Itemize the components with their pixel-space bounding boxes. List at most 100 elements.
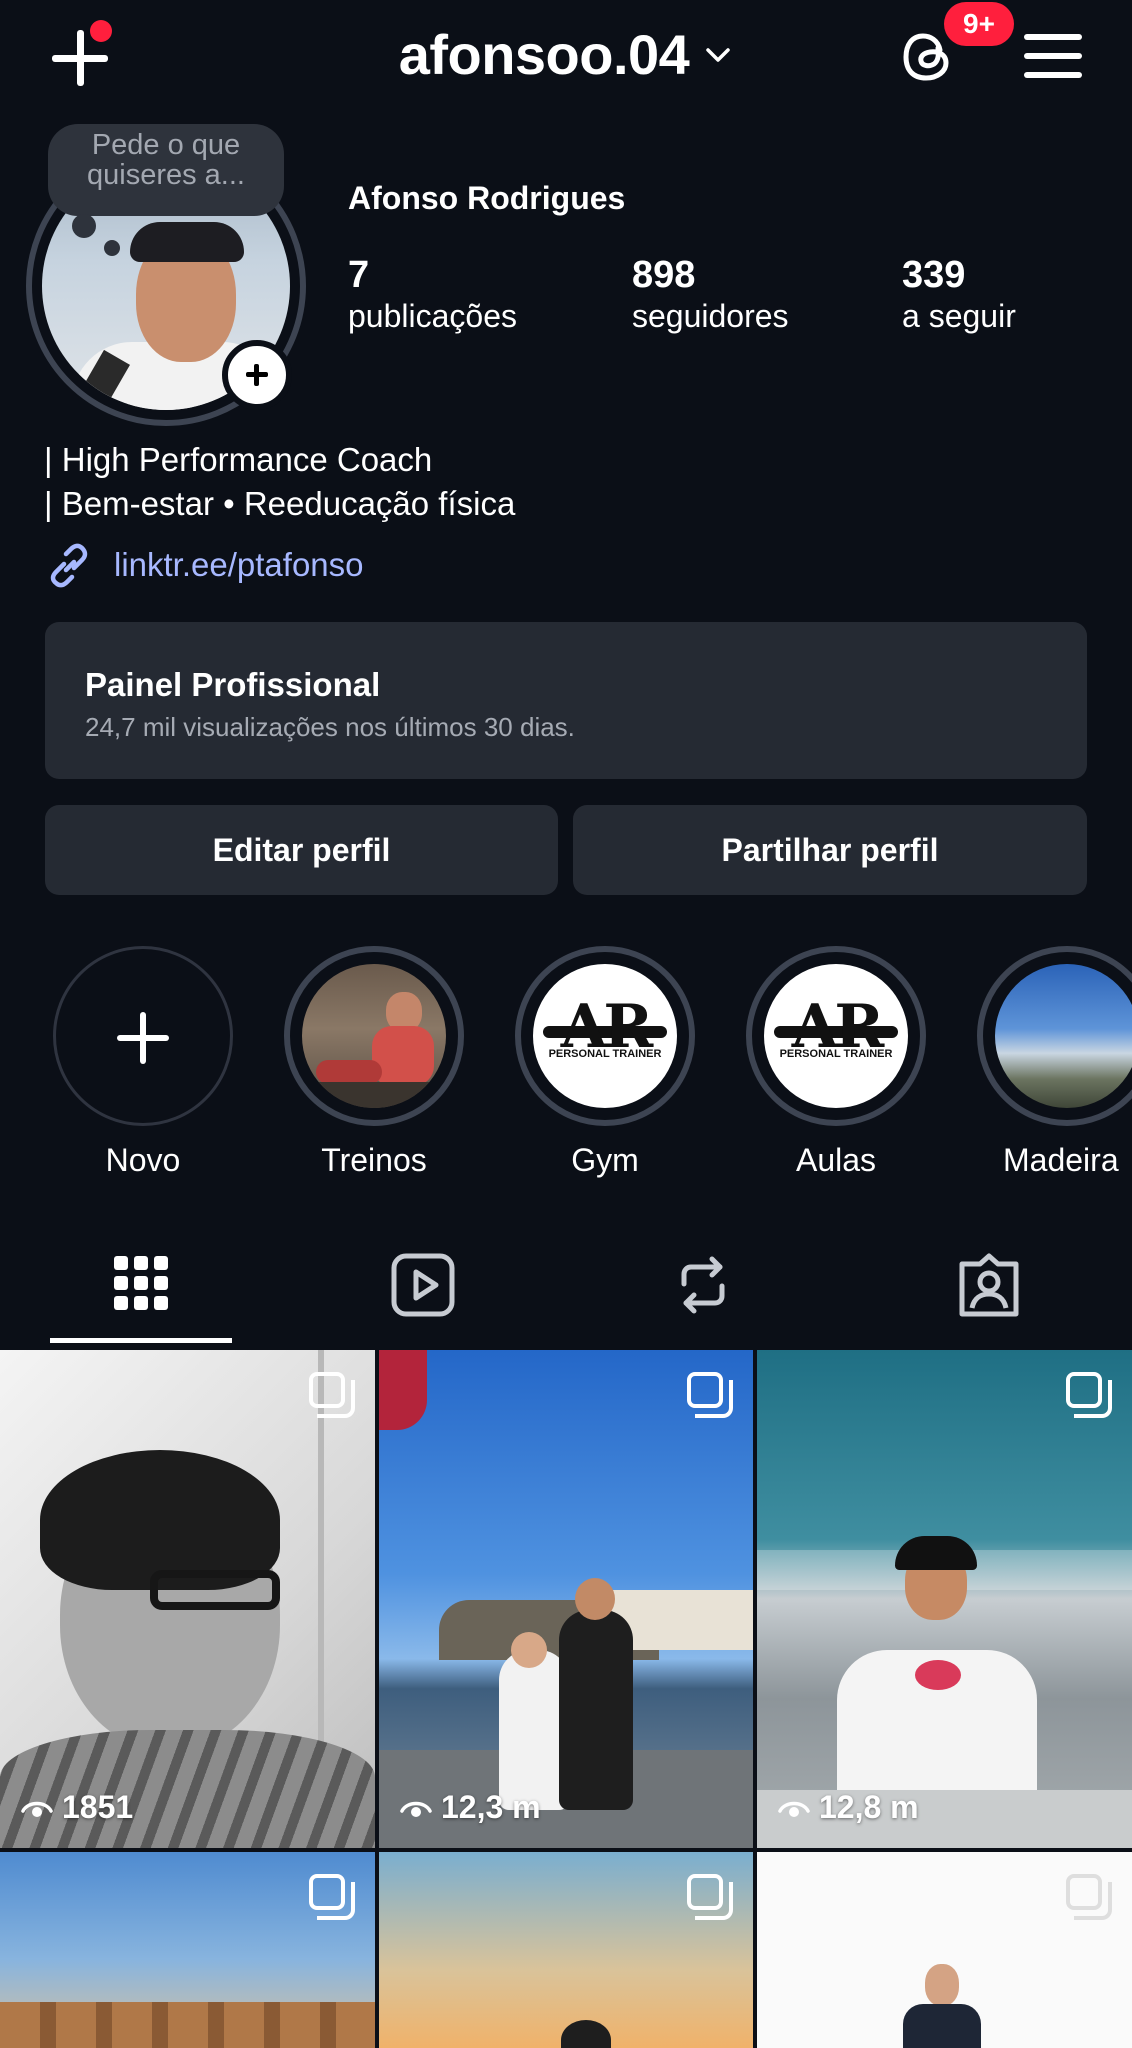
carousel-icon-front	[687, 1874, 723, 1910]
view-count: 1851	[20, 1789, 133, 1826]
edit-profile-button[interactable]: Editar perfil	[45, 805, 558, 895]
grid-icon	[114, 1256, 168, 1310]
highlight-ring: AR PERSONAL TRAINER	[515, 946, 695, 1126]
tab-reels[interactable]	[388, 1250, 458, 1320]
highlight-label: Treinos	[321, 1142, 427, 1178]
carousel-icon	[1066, 1372, 1112, 1418]
note-bubble[interactable]: Pede o que quiseres a...	[48, 124, 284, 216]
stat-label: a seguir	[902, 298, 1016, 334]
note-bubble-tail	[72, 214, 96, 238]
highlight-label: Novo	[105, 1142, 181, 1178]
highlight-ring: AR PERSONAL TRAINER	[746, 946, 926, 1126]
plus-icon-v	[254, 364, 259, 386]
photo-detail	[316, 1060, 382, 1084]
stat-value: 898	[632, 254, 696, 296]
top-bar: afonsoo.04 9+	[0, 0, 1132, 120]
stat-posts[interactable]: 7 publicações	[348, 254, 517, 336]
tab-posts-grid[interactable]	[106, 1250, 176, 1320]
menu-icon-line	[1024, 72, 1082, 78]
photo-detail	[925, 1964, 959, 2006]
carousel-icon-front	[687, 1372, 723, 1408]
post-thumbnail[interactable]: 1851	[0, 1350, 375, 1848]
carousel-icon-front	[309, 1874, 345, 1910]
post-thumbnail[interactable]	[757, 1852, 1132, 2048]
bio-link[interactable]: linktr.ee/ptafonso	[44, 540, 364, 590]
photo-detail	[561, 2020, 611, 2048]
note-bubble-tail	[104, 240, 120, 256]
account-switcher-button[interactable]: afonsoo.04	[399, 22, 734, 87]
carousel-icon	[1066, 1874, 1112, 1920]
highlight-ring	[53, 946, 233, 1126]
highlight-label: Gym	[571, 1142, 639, 1178]
carousel-icon-front	[309, 1372, 345, 1408]
highlight-label: Aulas	[795, 1142, 877, 1178]
eye-icon	[400, 1801, 432, 1817]
highlight-madeira[interactable]: Madeira	[977, 946, 1132, 1179]
share-profile-button[interactable]: Partilhar perfil	[573, 805, 1087, 895]
highlight-madeira-clip: Madeira	[977, 946, 1132, 1206]
highlight-ring	[284, 946, 464, 1126]
stat-label: publicações	[348, 298, 517, 334]
view-count-text: 1851	[62, 1789, 134, 1825]
chevron-down-icon	[706, 47, 731, 62]
carousel-icon	[687, 1874, 733, 1920]
add-story-button[interactable]	[222, 340, 292, 410]
post-thumbnail[interactable]	[379, 1852, 753, 2048]
highlight-gym[interactable]: AR PERSONAL TRAINER Gym	[515, 946, 695, 1179]
photo-detail	[0, 2002, 375, 2048]
stat-value: 339	[902, 254, 966, 296]
post-thumbnail[interactable]	[0, 1852, 375, 2048]
carousel-icon-front	[1066, 1372, 1102, 1408]
reels-icon	[391, 1253, 455, 1317]
reposts-icon	[681, 1256, 725, 1314]
professional-dashboard[interactable]: Painel Profissional 24,7 mil visualizaçõ…	[45, 622, 1087, 779]
tagged-icon	[959, 1253, 1019, 1317]
highlight-aulas[interactable]: AR PERSONAL TRAINER Aulas	[746, 946, 926, 1179]
ar-logo: AR PERSONAL TRAINER	[533, 964, 677, 1108]
highlight-new[interactable]: Novo	[53, 946, 233, 1179]
menu-icon-line	[1024, 34, 1082, 40]
stat-followers[interactable]: 898 seguidores	[632, 254, 789, 336]
post-thumbnail[interactable]: 12,3 m	[379, 1350, 753, 1848]
photo-detail	[150, 1570, 280, 1610]
photo-detail	[575, 1578, 615, 1620]
link-text: linktr.ee/ptafonso	[114, 546, 364, 583]
highlight-photo	[995, 964, 1132, 1108]
highlight-photo	[302, 964, 446, 1108]
note-text: Pede o que quiseres a...	[87, 129, 245, 191]
full-name: Afonso Rodrigues	[348, 180, 626, 216]
panel-title: Painel Profissional	[85, 666, 381, 703]
photo-detail	[40, 1450, 280, 1590]
avatar-hair	[130, 222, 244, 262]
panel-subtitle: 24,7 mil visualizações nos últimos 30 di…	[85, 712, 575, 742]
carousel-icon	[309, 1874, 355, 1920]
carousel-icon-front	[1066, 1874, 1102, 1910]
plus-icon-v	[140, 1012, 146, 1064]
menu-icon-line	[1024, 53, 1082, 59]
highlight-treinos[interactable]: Treinos	[284, 946, 464, 1179]
carousel-icon	[687, 1372, 733, 1418]
stat-label: seguidores	[632, 298, 789, 334]
bio-line: | Bem-estar • Reeducação física	[44, 485, 516, 522]
tab-tagged[interactable]	[954, 1250, 1024, 1320]
stat-value: 7	[348, 254, 370, 296]
post-thumbnail[interactable]: 12,8 m	[757, 1350, 1132, 1848]
stat-following[interactable]: 339 a seguir	[902, 254, 1016, 336]
notification-badge: 9+	[944, 2, 1014, 46]
carousel-icon	[309, 1372, 355, 1418]
eye-icon	[21, 1801, 53, 1817]
photo-detail	[511, 1632, 547, 1668]
photo-detail	[895, 1536, 977, 1570]
photo-detail	[379, 1350, 427, 1430]
username: afonsoo.04	[398, 23, 690, 86]
view-count-text: 12,3 m	[441, 1789, 541, 1825]
ar-logo: AR PERSONAL TRAINER	[764, 964, 908, 1108]
menu-button[interactable]	[1024, 30, 1082, 82]
tab-reposts[interactable]	[668, 1250, 738, 1320]
view-count: 12,8 m	[777, 1789, 919, 1826]
view-count: 12,3 m	[399, 1789, 541, 1826]
bio-line: | High Performance Coach	[44, 441, 433, 478]
link-icon	[50, 543, 88, 588]
eye-icon	[778, 1801, 810, 1817]
photo-detail	[915, 1660, 961, 1690]
